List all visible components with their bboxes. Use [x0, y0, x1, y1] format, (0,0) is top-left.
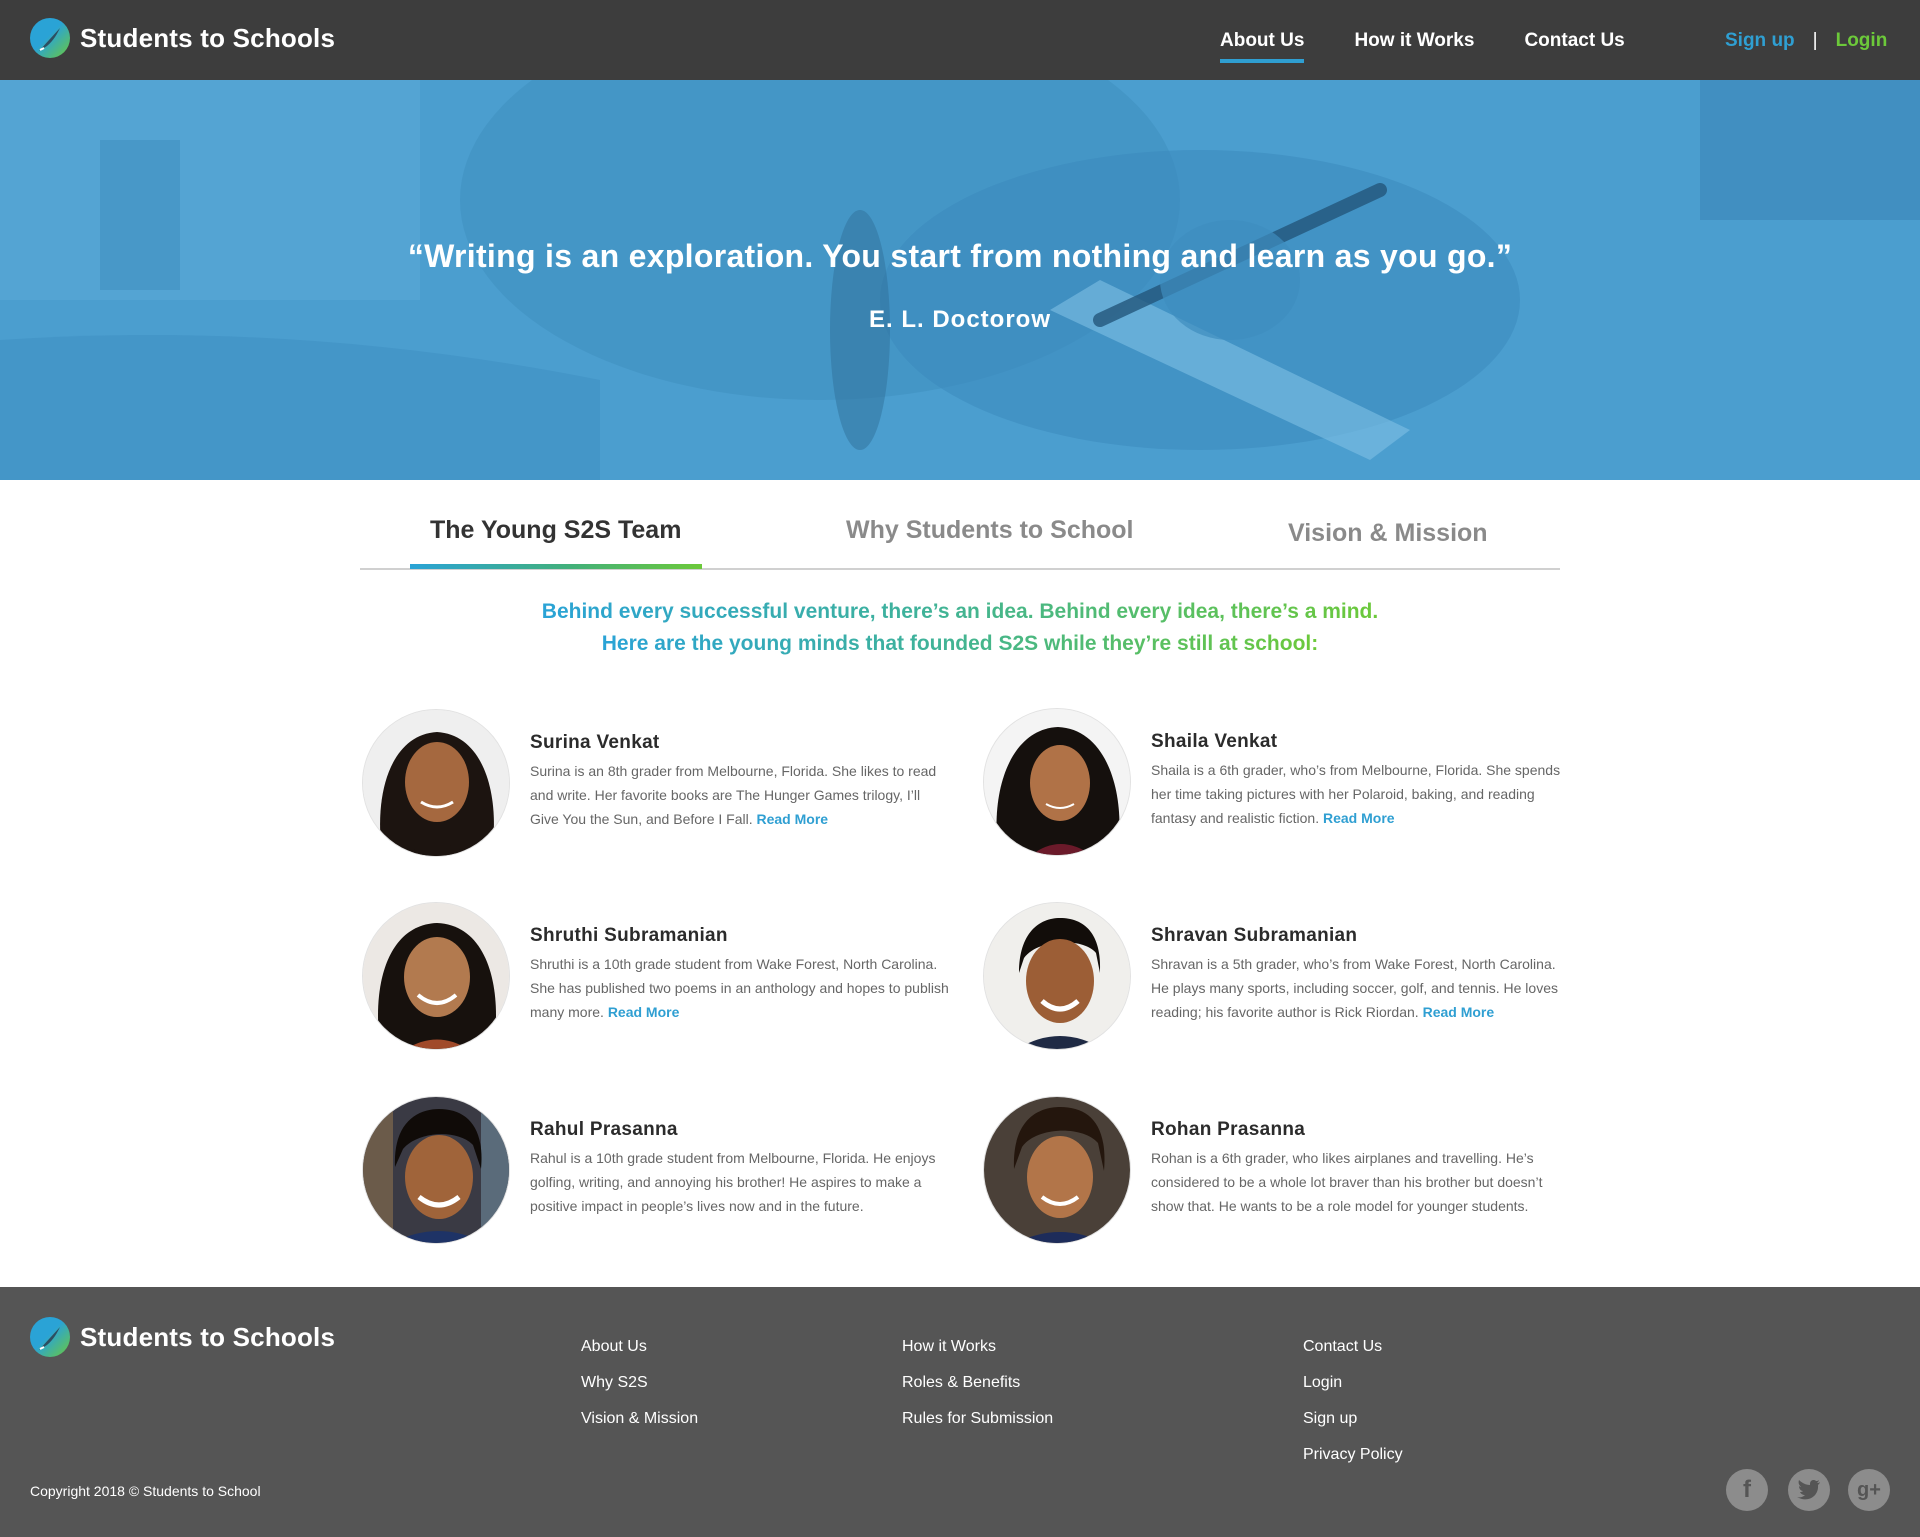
footer-link-vision-mission[interactable]: Vision & Mission [581, 1401, 698, 1437]
footer-link-about-us[interactable]: About Us [581, 1329, 698, 1365]
footer-link-roles-benefits[interactable]: Roles & Benefits [902, 1365, 1053, 1401]
footer-link-why-s2s[interactable]: Why S2S [581, 1365, 698, 1401]
google-plus-icon[interactable]: g+ [1848, 1469, 1890, 1511]
twitter-bird-glyph [1797, 1480, 1820, 1500]
hero-quote-author: E. L. Doctorow [869, 306, 1051, 333]
nav-about-us-label: About Us [1220, 30, 1305, 51]
team-intro: Behind every successful venture, there’s… [0, 596, 1920, 660]
member-bio: Rohan is a 6th grader, who likes airplan… [1151, 1146, 1571, 1218]
login-link[interactable]: Login [1836, 30, 1888, 52]
footer-brand-name: Students to Schools [80, 1321, 336, 1352]
active-nav-indicator [1220, 59, 1305, 63]
nav-how-it-works[interactable]: How it Works [1354, 30, 1474, 60]
brand-logo[interactable]: Students to Schools [30, 18, 335, 58]
footer-column-contact: Contact Us Login Sign up Privacy Policy [1303, 1329, 1403, 1473]
about-tabs: The Young S2S Team Why Students to Schoo… [360, 480, 1560, 570]
nav-contact-us-label: Contact Us [1524, 30, 1625, 51]
team-intro-line-1: Behind every successful venture, there’s… [542, 596, 1378, 628]
read-more-link[interactable]: Read More [608, 1004, 680, 1020]
site-footer: Students to Schools About Us Why S2S Vis… [0, 1287, 1920, 1537]
read-more-link[interactable]: Read More [1423, 1004, 1495, 1020]
member-bio: Rahul is a 10th grade student from Melbo… [530, 1146, 950, 1218]
facebook-glyph: f [1743, 1476, 1751, 1503]
auth-links: Sign up | Login [1725, 30, 1887, 52]
member-bio-text: Rohan is a 6th grader, who likes airplan… [1151, 1150, 1543, 1214]
tab-why-students-to-school[interactable]: Why Students to School [846, 516, 1134, 545]
member-bio: Surina is an 8th grader from Melbourne, … [530, 759, 950, 831]
member-bio: Shravan is a 5th grader, who’s from Wake… [1151, 952, 1571, 1024]
member-name: Rohan Prasanna [1151, 1119, 1306, 1140]
avatar [983, 1096, 1131, 1244]
twitter-icon[interactable] [1788, 1469, 1830, 1511]
brand-name: Students to Schools [80, 22, 336, 53]
read-more-link[interactable]: Read More [1323, 810, 1395, 826]
quill-logo-icon [30, 18, 70, 58]
read-more-link[interactable]: Read More [756, 811, 828, 827]
footer-link-rules-submission[interactable]: Rules for Submission [902, 1401, 1053, 1437]
quill-logo-icon [30, 1317, 70, 1357]
member-bio: Shaila is a 6th grader, who’s from Melbo… [1151, 758, 1571, 830]
footer-brand-logo[interactable]: Students to Schools [30, 1317, 335, 1357]
copyright-text: Copyright 2018 © Students to School [30, 1483, 261, 1499]
member-bio-text: Rahul is a 10th grade student from Melbo… [530, 1150, 936, 1214]
member-name: Shravan Subramanian [1151, 925, 1358, 946]
nav-about-us[interactable]: About Us [1220, 30, 1305, 63]
member-name: Surina Venkat [530, 732, 660, 753]
active-tab-indicator [410, 564, 702, 569]
member-bio-text: Shruthi is a 10th grade student from Wak… [530, 956, 949, 1020]
nav-contact-us[interactable]: Contact Us [1524, 30, 1624, 60]
footer-link-privacy-policy[interactable]: Privacy Policy [1303, 1437, 1403, 1473]
footer-link-login[interactable]: Login [1303, 1365, 1403, 1401]
main-nav: About Us How it Works Contact Us [1220, 30, 1675, 63]
member-bio-text: Shravan is a 5th grader, who’s from Wake… [1151, 956, 1558, 1020]
hero-banner: “Writing is an exploration. You start fr… [0, 80, 1920, 480]
member-name: Shaila Venkat [1151, 731, 1278, 752]
team-member-card: Shruthi Subramanian Shruthi is a 10th gr… [362, 902, 952, 1052]
member-name: Shruthi Subramanian [530, 925, 728, 946]
tab-vision-mission[interactable]: Vision & Mission [1288, 519, 1488, 548]
footer-column-how: How it Works Roles & Benefits Rules for … [902, 1329, 1053, 1437]
avatar [983, 708, 1131, 856]
avatar [362, 1096, 510, 1244]
footer-link-sign-up[interactable]: Sign up [1303, 1401, 1403, 1437]
team-member-card: Shaila Venkat Shaila is a 6th grader, wh… [983, 708, 1573, 858]
nav-how-it-works-label: How it Works [1354, 30, 1475, 51]
team-member-card: Surina Venkat Surina is an 8th grader fr… [362, 709, 952, 859]
avatar [983, 902, 1131, 1050]
team-member-card: Rohan Prasanna Rohan is a 6th grader, wh… [983, 1096, 1573, 1246]
top-navbar: Students to Schools About Us How it Work… [0, 0, 1920, 80]
avatar [362, 709, 510, 857]
auth-separator: | [1812, 30, 1818, 51]
signup-link[interactable]: Sign up [1725, 30, 1795, 52]
member-name: Rahul Prasanna [530, 1119, 678, 1140]
team-intro-line-2: Here are the young minds that founded S2… [602, 628, 1318, 660]
facebook-icon[interactable]: f [1726, 1469, 1768, 1511]
avatar [362, 902, 510, 1050]
team-member-card: Rahul Prasanna Rahul is a 10th grade stu… [362, 1096, 952, 1246]
tab-young-s2s-team[interactable]: The Young S2S Team [430, 516, 681, 545]
hero-background-image [0, 80, 1920, 480]
footer-link-how-it-works[interactable]: How it Works [902, 1329, 1053, 1365]
footer-link-contact-us[interactable]: Contact Us [1303, 1329, 1403, 1365]
member-bio-text: Surina is an 8th grader from Melbourne, … [530, 763, 937, 827]
member-bio: Shruthi is a 10th grade student from Wak… [530, 952, 950, 1024]
team-member-card: Shravan Subramanian Shravan is a 5th gra… [983, 902, 1573, 1052]
hero-quote: “Writing is an exploration. You start fr… [407, 238, 1513, 274]
google-plus-glyph: g+ [1857, 1478, 1881, 1501]
footer-column-about: About Us Why S2S Vision & Mission [581, 1329, 698, 1437]
